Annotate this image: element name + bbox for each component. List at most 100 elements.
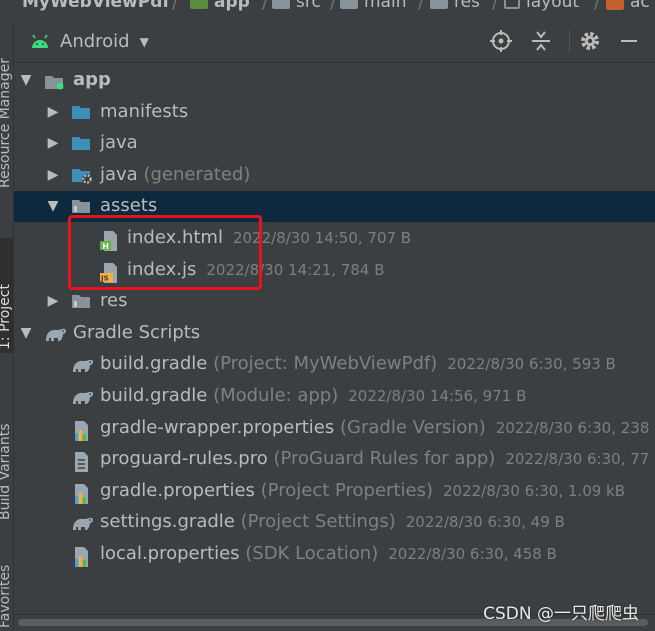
tree-row[interactable]: ▶ manifests: [14, 97, 655, 128]
view-selector-label: Android: [60, 31, 130, 52]
tree-item-label: java (generated): [100, 164, 250, 185]
breadcrumb-item-app[interactable]: app: [190, 0, 250, 12]
highlight-box: [68, 215, 262, 290]
locate-file-button[interactable]: [488, 28, 514, 54]
tree-item-meta: 2022/8/30 14:56, 971 B: [348, 387, 527, 405]
tree-item-label: assets: [100, 195, 157, 216]
tree-row[interactable]: ▼ app: [14, 65, 655, 96]
tree-item-name: java: [100, 164, 138, 185]
left-tool-window-bar: Resource Manager 1: Project Build Varian…: [0, 20, 14, 630]
collapse-all-button[interactable]: [528, 28, 554, 54]
expand-arrow-down-icon[interactable]: ▼: [19, 72, 33, 88]
tree-item-label: java: [100, 132, 138, 153]
tree-row[interactable]: build.gradle (Module: app) 2022/8/30 14:5…: [14, 381, 655, 412]
tree-row[interactable]: local.properties (SDK Location) 2022/8/30…: [14, 539, 655, 570]
expand-arrow-right-icon[interactable]: ▶: [46, 135, 60, 151]
tree-item-name: assets: [100, 195, 158, 216]
tree-item-meta: 2022/8/30 6:30, 77: [505, 450, 650, 468]
tree-item-meta: 2022/8/30 6:30, 458 B: [388, 545, 557, 563]
tree-item-label: build.gradle (Project: MyWebViewPdf) 2022…: [100, 353, 616, 374]
tree-row[interactable]: proguard-rules.pro (ProGuard Rules for a…: [14, 444, 655, 475]
layout-folder-icon: [504, 0, 520, 9]
properties-file-icon: [71, 546, 93, 570]
breadcrumb-separator: /: [330, 0, 337, 13]
tree-item-name: gradle-wrapper.properties: [100, 417, 335, 438]
tree-item-hint: (Module: app): [207, 385, 339, 406]
tree-item-hint: (Project: MyWebViewPdf): [207, 353, 438, 374]
tree-item-meta: 2022/8/30 6:30, 593 B: [447, 355, 616, 373]
properties-file-icon: [71, 420, 93, 444]
gradle-icon: [71, 388, 95, 410]
breadcrumb-separator: /: [262, 0, 269, 13]
breadcrumb-item-project[interactable]: MyWebViewPdf: [22, 0, 170, 12]
tree-item-name: proguard-rules.pro: [100, 448, 268, 469]
tree-item-label: gradle-wrapper.properties (Gradle Versio…: [100, 417, 649, 438]
breadcrumb-item-activity-file[interactable]: ac: [606, 0, 650, 12]
gradle-icon: [71, 514, 95, 536]
gradle-icon: [44, 325, 68, 347]
tree-item-label: build.gradle (Module: app) 2022/8/30 14:5…: [100, 385, 526, 406]
expand-arrow-right-icon[interactable]: ▶: [46, 167, 60, 183]
tree-item-meta: 2022/8/30 6:30, 238: [495, 419, 650, 437]
tree-row[interactable]: ▶ java (generated): [14, 160, 655, 191]
view-selector[interactable]: Android ▼: [30, 31, 149, 52]
tree-item-label: gradle.properties (Project Properties) 20…: [100, 480, 625, 501]
expand-arrow-right-icon[interactable]: ▶: [46, 293, 60, 309]
folder-icon: [71, 104, 91, 124]
resource-folder-icon: [71, 293, 91, 314]
tree-item-name: gradle.properties: [100, 480, 255, 501]
tab-favorites[interactable]: Favorites: [0, 560, 13, 630]
expand-arrow-down-icon[interactable]: ▼: [46, 198, 60, 214]
tab-resource-manager[interactable]: Resource Manager: [0, 20, 13, 190]
tree-item-name: res: [100, 290, 128, 311]
tree-item-name: app: [73, 69, 111, 90]
tree-item-label: manifests: [100, 101, 188, 122]
breadcrumb-separator: /: [492, 0, 499, 13]
tree-item-label: Gradle Scripts: [73, 322, 200, 343]
android-icon: [32, 34, 48, 48]
locate-icon: [490, 30, 512, 52]
tree-item-name: build.gradle: [100, 353, 208, 374]
breadcrumb-item-src[interactable]: src: [272, 0, 321, 12]
tree-item-meta: 2022/8/30 6:30, 49 B: [405, 513, 565, 531]
tree-item-hint: (ProGuard Rules for app): [267, 448, 496, 469]
expand-arrow-down-icon[interactable]: ▼: [19, 325, 33, 341]
breadcrumb-item-layout[interactable]: layout: [504, 0, 579, 12]
breadcrumb: MyWebViewPdf / app / src / main / res / …: [0, 0, 655, 21]
xml-layout-file-icon: [606, 0, 624, 10]
toolbar-divider: [569, 30, 570, 52]
tree-item-hint: (SDK Location): [239, 543, 379, 564]
tree-row[interactable]: gradle-wrapper.properties (Gradle Versio…: [14, 413, 655, 444]
tab-build-variants[interactable]: Build Variants: [0, 392, 13, 522]
tree-row[interactable]: ▶ res: [14, 286, 655, 317]
tree-row[interactable]: settings.gradle (Project Settings) 2022/8…: [14, 507, 655, 538]
project-tree: ▼ app ▶ manifests ▶ java ▶ java (generated) ▼ ass…: [14, 63, 655, 613]
minimize-button[interactable]: [616, 28, 642, 54]
breadcrumb-separator: /: [172, 0, 179, 13]
tree-item-hint: (Project Settings): [234, 511, 396, 532]
tree-item-name: java: [100, 132, 138, 153]
folder-icon: [71, 135, 91, 155]
text-file-icon: [71, 451, 93, 475]
tree-row[interactable]: ▶ java: [14, 128, 655, 159]
breadcrumb-item-res[interactable]: res: [430, 0, 480, 12]
tab-project[interactable]: 1: Project: [0, 238, 13, 353]
generated-folder-icon: [71, 167, 93, 189]
tree-item-label: app: [73, 69, 111, 90]
collapse-all-icon: [532, 31, 550, 51]
breadcrumb-separator: /: [594, 0, 601, 13]
folder-icon: [430, 0, 448, 9]
tree-item-name: settings.gradle: [100, 511, 235, 532]
gradle-icon: [71, 356, 95, 378]
tree-item-name: manifests: [100, 101, 189, 122]
tree-row[interactable]: gradle.properties (Project Properties) 20…: [14, 476, 655, 507]
tree-row[interactable]: build.gradle (Project: MyWebViewPdf) 2022…: [14, 349, 655, 380]
tree-item-label: local.properties (SDK Location) 2022/8/30…: [100, 543, 557, 564]
tree-row[interactable]: ▼ Gradle Scripts: [14, 318, 655, 349]
settings-button[interactable]: [577, 28, 603, 54]
expand-arrow-right-icon[interactable]: ▶: [46, 104, 60, 120]
tree-item-name: build.gradle: [100, 385, 208, 406]
tree-item-label: res: [100, 290, 127, 311]
breadcrumb-item-main[interactable]: main: [340, 0, 406, 12]
tree-item-hint: (generated): [137, 164, 251, 185]
